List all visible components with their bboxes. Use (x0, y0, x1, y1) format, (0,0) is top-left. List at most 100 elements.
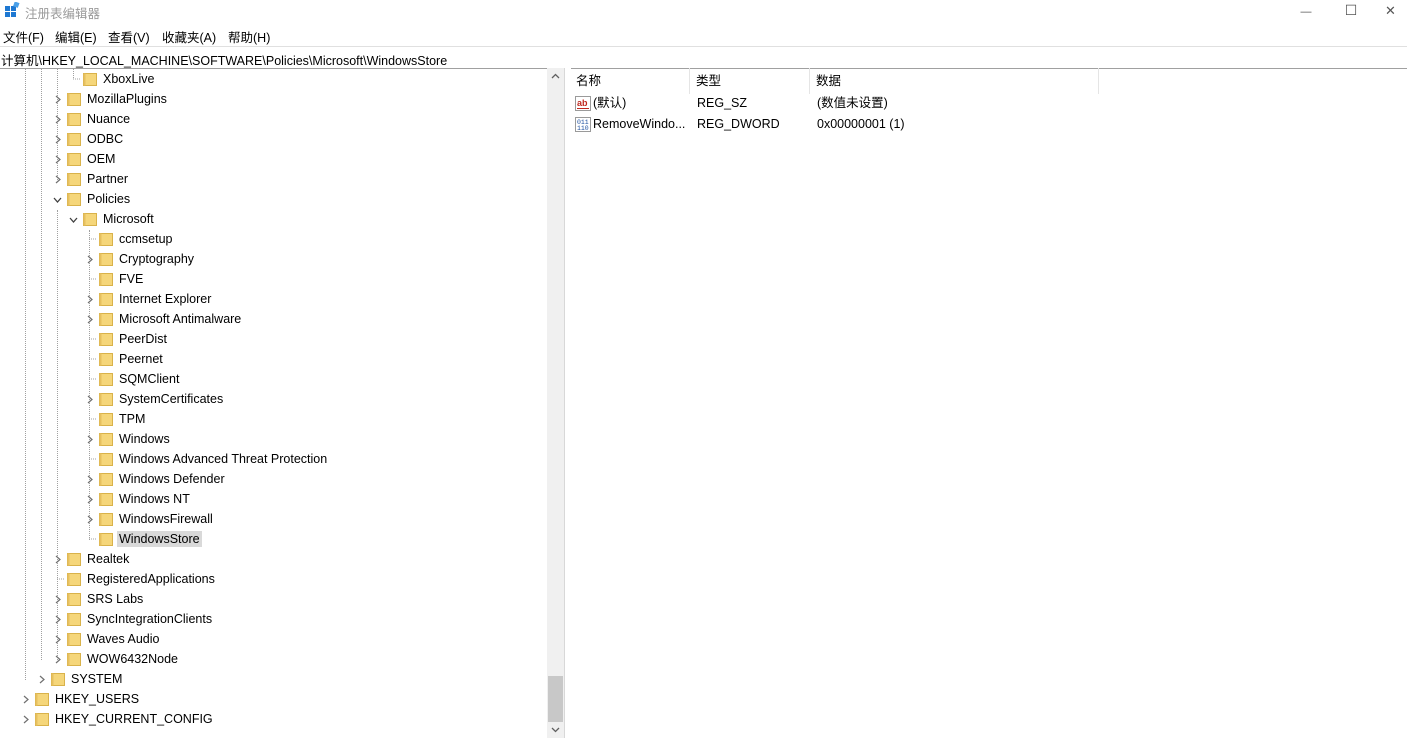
folder-icon (67, 632, 81, 646)
tree-node[interactable]: WOW6432Node (49, 649, 180, 669)
chevron-right-icon[interactable] (49, 649, 65, 669)
tree-node[interactable]: WindowsStore (81, 529, 202, 549)
column-header-data[interactable]: 数据 (810, 68, 1099, 94)
tree-node[interactable]: HKEY_CURRENT_CONFIG (17, 709, 215, 729)
chevron-right-icon[interactable] (81, 249, 97, 269)
chevron-right-icon[interactable] (49, 129, 65, 149)
chevron-right-icon[interactable] (49, 89, 65, 109)
tree-node-label: WindowsStore (117, 531, 202, 547)
title-bar: 注册表编辑器 — ☐ ✕ (0, 0, 1407, 22)
value-name: RemoveWindo... (593, 117, 686, 131)
chevron-right-icon[interactable] (49, 149, 65, 169)
tree-node-label: Microsoft Antimalware (119, 312, 242, 326)
key-tree[interactable]: XboxLive MozillaPlugins Nuance ODBC OEM Partn… (0, 68, 564, 738)
tree-scrollbar[interactable] (547, 68, 564, 738)
tree-node[interactable]: Nuance (49, 109, 132, 129)
tree-node-label: OEM (87, 152, 116, 166)
tree-node[interactable]: Realtek (49, 549, 131, 569)
chevron-right-icon[interactable] (81, 309, 97, 329)
tree-node[interactable]: ccmsetup (81, 229, 175, 249)
value-data: 0x00000001 (1) (817, 117, 905, 131)
address-path[interactable]: 计算机\HKEY_LOCAL_MACHINE\SOFTWARE\Policies… (1, 50, 447, 69)
tree-node[interactable]: OEM (49, 149, 117, 169)
chevron-right-icon[interactable] (17, 689, 33, 709)
close-button[interactable]: ✕ (1374, 0, 1407, 20)
tree-node[interactable]: SystemCertificates (81, 389, 225, 409)
chevron-right-icon[interactable] (49, 609, 65, 629)
tree-branch-line (81, 449, 97, 469)
tree-node[interactable]: Microsoft (65, 209, 156, 229)
value-row[interactable]: ab (默认) REG_SZ (数值未设置) (570, 93, 1170, 114)
tree-node-label: Cryptography (119, 252, 195, 266)
scroll-thumb[interactable] (548, 676, 563, 722)
tree-node[interactable]: Microsoft Antimalware (81, 309, 243, 329)
tree-node[interactable]: Windows NT (81, 489, 192, 509)
regedit-app-icon (5, 2, 20, 17)
tree-node[interactable]: TPM (81, 409, 147, 429)
folder-icon (99, 472, 113, 486)
tree-node[interactable]: SQMClient (81, 369, 181, 389)
chevron-right-icon[interactable] (49, 169, 65, 189)
chevron-right-icon[interactable] (81, 429, 97, 449)
tree-node[interactable]: MozillaPlugins (49, 89, 169, 109)
chevron-right-icon[interactable] (81, 469, 97, 489)
tree-branch-line (81, 369, 97, 389)
tree-guide-line (25, 68, 26, 680)
minimize-button[interactable]: — (1283, 0, 1329, 20)
tree-node[interactable]: Partner (49, 169, 130, 189)
tree-node[interactable]: RegisteredApplications (49, 569, 217, 589)
chevron-right-icon[interactable] (81, 389, 97, 409)
tree-node-label: SRS Labs (87, 592, 144, 606)
tree-node[interactable]: Waves Audio (49, 629, 162, 649)
chevron-right-icon[interactable] (33, 669, 49, 689)
tree-node-label: ccmsetup (119, 232, 173, 246)
tree-node[interactable]: SRS Labs (49, 589, 145, 609)
menu-view[interactable]: 查看(V) (108, 27, 150, 46)
chevron-right-icon[interactable] (49, 629, 65, 649)
tree-node[interactable]: Policies (49, 189, 132, 209)
menu-favorites[interactable]: 收藏夹(A) (162, 27, 216, 46)
chevron-right-icon[interactable] (49, 109, 65, 129)
tree-node[interactable]: Windows Advanced Threat Protection (81, 449, 329, 469)
chevron-right-icon[interactable] (17, 709, 33, 729)
tree-node[interactable]: ODBC (49, 129, 125, 149)
tree-node[interactable]: Internet Explorer (81, 289, 213, 309)
tree-node[interactable]: WindowsFirewall (81, 509, 215, 529)
tree-node[interactable]: SYSTEM (33, 669, 124, 689)
maximize-button[interactable]: ☐ (1328, 0, 1374, 20)
chevron-right-icon[interactable] (81, 489, 97, 509)
scroll-down-button[interactable] (547, 721, 564, 738)
column-header-type[interactable]: 类型 (690, 68, 810, 94)
tree-node[interactable]: Peernet (81, 349, 165, 369)
menu-help[interactable]: 帮助(H) (228, 27, 270, 46)
menu-file[interactable]: 文件(F) (3, 27, 44, 46)
tree-node[interactable]: Windows Defender (81, 469, 227, 489)
values-list[interactable]: 名称 类型 数据 ab (默认) REG_SZ (数值未设置) 011 110 … (570, 68, 1407, 738)
chevron-down-icon[interactable] (49, 189, 65, 209)
tree-node-label: MozillaPlugins (87, 92, 167, 106)
chevron-right-icon[interactable] (49, 549, 65, 569)
folder-icon (67, 652, 81, 666)
tree-node-label: Waves Audio (87, 632, 160, 646)
minimize-icon: — (1300, 6, 1312, 18)
tree-node[interactable]: Windows (81, 429, 172, 449)
tree-node[interactable]: PeerDist (81, 329, 169, 349)
tree-node[interactable]: Cryptography (81, 249, 196, 269)
column-header-name[interactable]: 名称 (570, 68, 690, 94)
tree-node-label: PeerDist (119, 332, 167, 346)
tree-node-label: Internet Explorer (119, 292, 212, 306)
value-row[interactable]: 011 110 RemoveWindo... REG_DWORD 0x00000… (570, 114, 1170, 135)
menu-edit[interactable]: 编辑(E) (55, 27, 97, 46)
tree-node[interactable]: HKEY_USERS (17, 689, 141, 709)
chevron-right-icon[interactable] (81, 289, 97, 309)
scroll-up-button[interactable] (547, 68, 564, 85)
tree-node[interactable]: SyncIntegrationClients (49, 609, 214, 629)
chevron-down-icon[interactable] (65, 209, 81, 229)
tree-node[interactable]: FVE (81, 269, 145, 289)
chevron-right-icon[interactable] (81, 509, 97, 529)
chevron-right-icon[interactable] (49, 589, 65, 609)
tree-node[interactable]: XboxLive (65, 69, 156, 89)
tree-branch-line (81, 409, 97, 429)
address-bar[interactable]: 计算机\HKEY_LOCAL_MACHINE\SOFTWARE\Policies… (0, 46, 1407, 69)
tree-branch-line (81, 349, 97, 369)
